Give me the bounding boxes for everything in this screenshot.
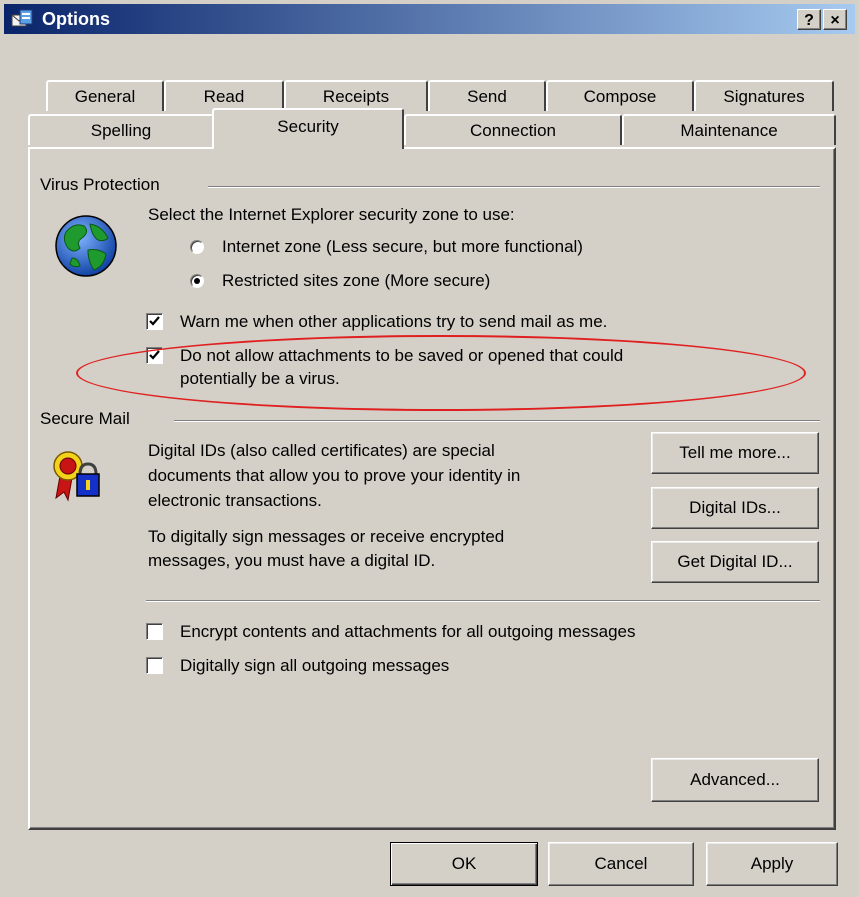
restricted-zone-radio[interactable]	[190, 274, 204, 288]
virus-protection-divider	[208, 186, 820, 188]
tab-compose[interactable]: Compose	[546, 80, 694, 111]
get-digital-id-button[interactable]: Get Digital ID...	[651, 541, 819, 583]
virus-protection-label: Virus Protection	[40, 175, 166, 195]
warn-send-mail-label[interactable]: Warn me when other applications try to s…	[180, 311, 607, 332]
block-attachments-checkbox[interactable]	[146, 347, 163, 364]
block-attachments-label-line1[interactable]: Do not allow attachments to be saved or …	[180, 345, 623, 366]
sign-requirement-line1: To digitally sign messages or receive en…	[148, 527, 505, 546]
window-title: Options	[42, 9, 110, 29]
tab-general[interactable]: General	[46, 80, 164, 111]
globe-icon	[52, 212, 120, 285]
tab-send[interactable]: Send	[428, 80, 546, 111]
ok-button[interactable]: OK	[390, 842, 538, 886]
sign-outgoing-checkbox[interactable]	[146, 657, 163, 674]
mail-options-icon	[10, 8, 34, 30]
tab-maintenance[interactable]: Maintenance	[622, 114, 836, 145]
block-attachments-label-line2[interactable]: potentially be a virus.	[180, 368, 340, 389]
tab-receipts[interactable]: Receipts	[284, 80, 428, 111]
tab-read[interactable]: Read	[164, 80, 284, 111]
internet-zone-radio[interactable]	[190, 240, 204, 254]
options-dialog: Options ? × General Read Receipts Send C…	[0, 0, 859, 897]
secure-mail-options-divider	[146, 600, 820, 602]
sign-requirement-line2: messages, you must have a digital ID.	[148, 551, 436, 570]
close-button[interactable]: ×	[823, 9, 847, 30]
tab-connection[interactable]: Connection	[404, 114, 622, 145]
help-button[interactable]: ?	[797, 9, 821, 30]
encrypt-outgoing-checkbox[interactable]	[146, 623, 163, 640]
tab-security[interactable]: Security	[212, 108, 404, 149]
tell-me-more-button[interactable]: Tell me more...	[651, 432, 819, 474]
tab-signatures[interactable]: Signatures	[694, 80, 834, 111]
digital-ids-button[interactable]: Digital IDs...	[651, 487, 819, 529]
check-mark-icon	[149, 350, 160, 360]
title-bar[interactable]: Options ? ×	[4, 4, 855, 34]
tab-spelling[interactable]: Spelling	[28, 114, 214, 145]
encrypt-outgoing-label[interactable]: Encrypt contents and attachments for all…	[180, 621, 635, 642]
restricted-zone-label[interactable]: Restricted sites zone (More secure)	[222, 270, 490, 291]
digital-id-description-line2: documents that allow you to prove your i…	[148, 466, 521, 485]
warn-send-mail-checkbox[interactable]	[146, 313, 163, 330]
sign-outgoing-label[interactable]: Digitally sign all outgoing messages	[180, 655, 449, 676]
secure-mail-label: Secure Mail	[40, 409, 136, 429]
secure-mail-divider	[174, 420, 820, 422]
apply-button[interactable]: Apply	[706, 842, 838, 886]
certificate-lock-icon	[50, 448, 106, 509]
advanced-button[interactable]: Advanced...	[651, 758, 819, 802]
zone-prompt: Select the Internet Explorer security zo…	[148, 205, 515, 224]
check-mark-icon	[149, 316, 160, 326]
internet-zone-label[interactable]: Internet zone (Less secure, but more fun…	[222, 236, 583, 257]
cancel-button[interactable]: Cancel	[548, 842, 694, 886]
digital-id-description-line1: Digital IDs (also called certificates) a…	[148, 441, 495, 460]
digital-id-description-line3: electronic transactions.	[148, 491, 322, 510]
